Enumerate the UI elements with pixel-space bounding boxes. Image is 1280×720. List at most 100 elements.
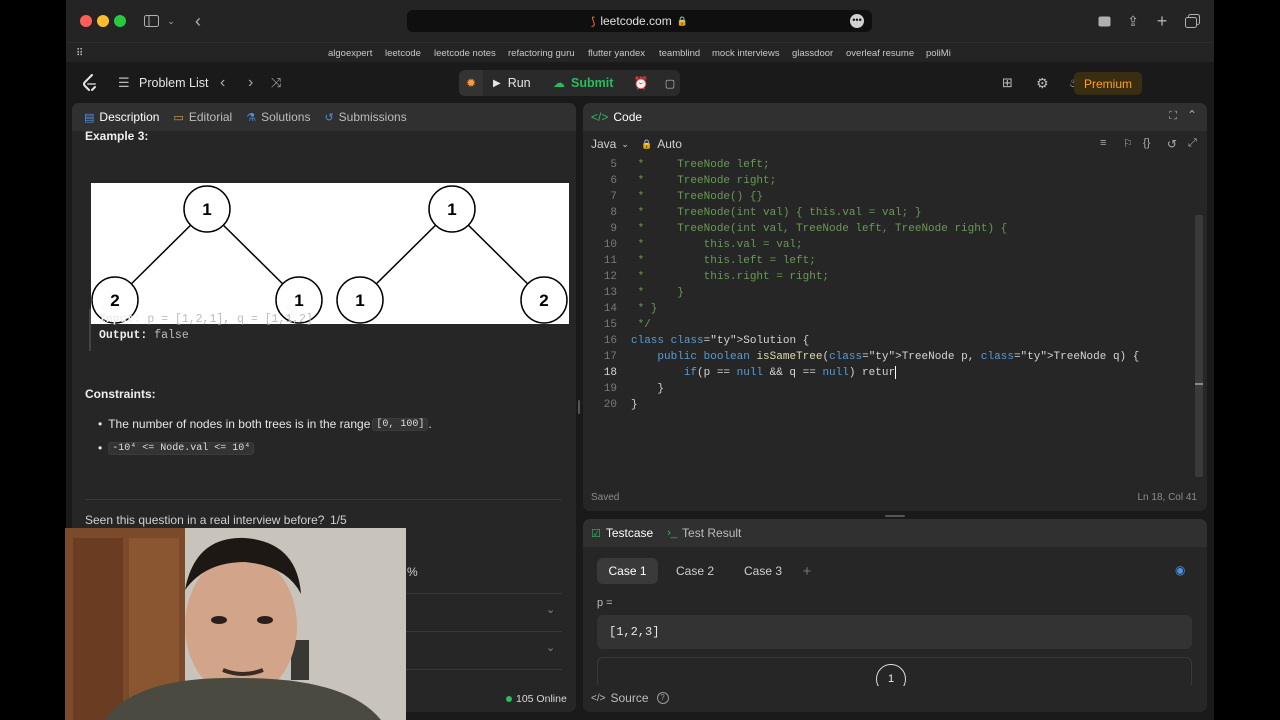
share-icon[interactable]: ⇪: [1126, 12, 1140, 30]
language-select[interactable]: Java ⌄: [591, 137, 629, 151]
code-text: * }: [631, 287, 684, 299]
param-input[interactable]: [1,2,3]: [597, 615, 1192, 649]
extension-icon[interactable]: [1097, 12, 1111, 30]
flask-icon: ⚗: [246, 111, 257, 124]
chevron-down-icon[interactable]: ⌄: [166, 12, 176, 30]
code-text: * this.right = right;: [631, 271, 830, 283]
bookmark-leetcode[interactable]: leetcode: [385, 48, 421, 59]
reset-icon[interactable]: ↺: [1167, 137, 1177, 151]
submit-button[interactable]: ☁ Submit: [553, 70, 613, 96]
back-icon[interactable]: ‹: [191, 11, 205, 31]
zoom-window-button[interactable]: [114, 15, 126, 27]
scrollbar-marker: [1195, 383, 1203, 385]
bookmark-glassdoor[interactable]: glassdoor: [792, 48, 833, 59]
source-link[interactable]: </> Source ?: [591, 691, 669, 705]
code-line[interactable]: 10 * this.val = val;: [583, 237, 1207, 253]
example-title: Example 3:: [85, 129, 149, 143]
minimize-window-button[interactable]: [97, 15, 109, 27]
history-icon: ↺: [324, 111, 334, 124]
bookmark-teamblind[interactable]: teamblind: [659, 48, 700, 59]
divider: [402, 593, 562, 594]
grid-icon[interactable]: ⠿: [76, 48, 83, 59]
constraints-title: Constraints:: [85, 387, 156, 401]
problem-list-link[interactable]: Problem List: [139, 64, 208, 102]
debug-icon[interactable]: ✹: [459, 70, 483, 96]
help-icon[interactable]: ?: [656, 692, 669, 704]
code-line[interactable]: 11 * this.left = left;: [583, 253, 1207, 269]
auto-mode[interactable]: 🔒 Auto: [641, 137, 682, 151]
bookmark-overleaf-resume[interactable]: overleaf resume: [846, 48, 914, 59]
bookmark-refactoring-guru[interactable]: refactoring guru: [508, 48, 575, 59]
prev-problem-icon[interactable]: ‹: [220, 64, 225, 102]
address-bar[interactable]: ⟆ leetcode.com 🔒 •••: [407, 10, 872, 32]
code-text: * TreeNode right;: [631, 175, 777, 187]
tab-solutions[interactable]: ⚗ Solutions: [246, 110, 310, 124]
panel-resizer[interactable]: [885, 515, 905, 517]
tab-submissions[interactable]: ↺ Submissions: [324, 110, 406, 124]
tab-editorial[interactable]: ▭ Editorial: [173, 110, 232, 124]
code-line[interactable]: 5 * TreeNode left;: [583, 157, 1207, 173]
line-number: 18: [603, 367, 617, 379]
code-line[interactable]: 6 * TreeNode right;: [583, 173, 1207, 189]
code-text: * this.val = val;: [631, 239, 803, 251]
tab-description[interactable]: ▤ Description: [84, 110, 159, 124]
maximize-icon[interactable]: ⛶: [1169, 110, 1177, 123]
example-border: [89, 309, 91, 351]
sidebar-toggle-icon[interactable]: [143, 12, 159, 30]
editor-scrollbar[interactable]: [1195, 215, 1203, 477]
bookmark-flutter-yandex[interactable]: flutter yandex: [588, 48, 645, 59]
add-case-button[interactable]: +: [798, 558, 816, 584]
notes-icon[interactable]: ▢: [662, 70, 678, 96]
divider: [402, 631, 562, 632]
code-line[interactable]: 12 * this.right = right;: [583, 269, 1207, 285]
list-icon[interactable]: ☰: [118, 64, 130, 102]
panel-resizer[interactable]: [578, 400, 580, 414]
leetcode-logo-icon[interactable]: [82, 64, 98, 102]
code-line[interactable]: 14 * }: [583, 301, 1207, 317]
chevron-down-icon[interactable]: ⌄: [546, 603, 555, 616]
bookmark-polimi[interactable]: poliMi: [926, 48, 951, 59]
run-toolbar: ✹ ▶ Run ☁ Submit ⏰ ▢: [459, 70, 680, 96]
online-count: 105 Online: [506, 693, 567, 705]
case-tab-2[interactable]: Case 2: [668, 558, 722, 584]
bookmark-icon[interactable]: ⚐: [1123, 137, 1133, 150]
bookmark-mock-interviews[interactable]: mock interviews: [712, 48, 780, 59]
tab-testcase[interactable]: ☑ Testcase: [591, 526, 653, 540]
case-tab-3[interactable]: Case 3: [736, 558, 790, 584]
settings-icon[interactable]: ⚙: [1036, 64, 1049, 102]
code-line[interactable]: 19 }: [583, 381, 1207, 397]
premium-button[interactable]: Premium: [1074, 72, 1142, 95]
bookmark-algoexpert[interactable]: algoexpert: [328, 48, 372, 59]
page-menu-icon[interactable]: •••: [850, 14, 864, 28]
code-line[interactable]: 17 public boolean isSameTree(class="ty">…: [583, 349, 1207, 365]
layout-icon[interactable]: ⊞: [1002, 64, 1013, 102]
code-line[interactable]: 16 class class="ty">Solution {: [583, 333, 1207, 349]
format-icon[interactable]: ≡: [1100, 137, 1106, 149]
code-line[interactable]: 15 */: [583, 317, 1207, 333]
eye-icon[interactable]: ◉: [1175, 563, 1185, 577]
code-line[interactable]: 9 * TreeNode(int val, TreeNode left, Tre…: [583, 221, 1207, 237]
close-window-button[interactable]: [80, 15, 92, 27]
chevron-down-icon[interactable]: ⌄: [546, 641, 555, 654]
bookmark-leetcode-notes[interactable]: leetcode notes: [434, 48, 496, 59]
expand-icon[interactable]: ⤢: [1188, 137, 1197, 150]
collapse-icon[interactable]: ⌃: [1187, 108, 1197, 122]
code-line[interactable]: 8 * TreeNode(int val) { this.val = val; …: [583, 205, 1207, 221]
code-line[interactable]: 13 * }: [583, 285, 1207, 301]
code-line[interactable]: 18 if(p == null && q == null) retur: [583, 365, 1207, 381]
code-line[interactable]: 20}: [583, 397, 1207, 413]
code-text: if(p == null && q == null) retur: [683, 365, 897, 379]
code-editor[interactable]: 5 * TreeNode left; 6 * TreeNode right; 7 *…: [583, 157, 1207, 487]
tab-overview-icon[interactable]: [1184, 12, 1200, 30]
case-tab-1[interactable]: Case 1: [597, 558, 658, 584]
run-button[interactable]: ▶ Run: [493, 70, 531, 96]
code-line[interactable]: 7 * TreeNode() {}: [583, 189, 1207, 205]
save-status: Saved: [591, 492, 620, 503]
new-tab-icon[interactable]: +: [1155, 11, 1169, 31]
tab-code[interactable]: </> Code: [591, 110, 642, 124]
braces-icon[interactable]: {}: [1143, 137, 1150, 149]
tab-test-result[interactable]: ›_ Test Result: [667, 526, 741, 540]
shuffle-icon[interactable]: ⤨: [271, 64, 281, 102]
next-problem-icon[interactable]: ›: [248, 64, 253, 102]
timer-icon[interactable]: ⏰: [632, 70, 650, 96]
